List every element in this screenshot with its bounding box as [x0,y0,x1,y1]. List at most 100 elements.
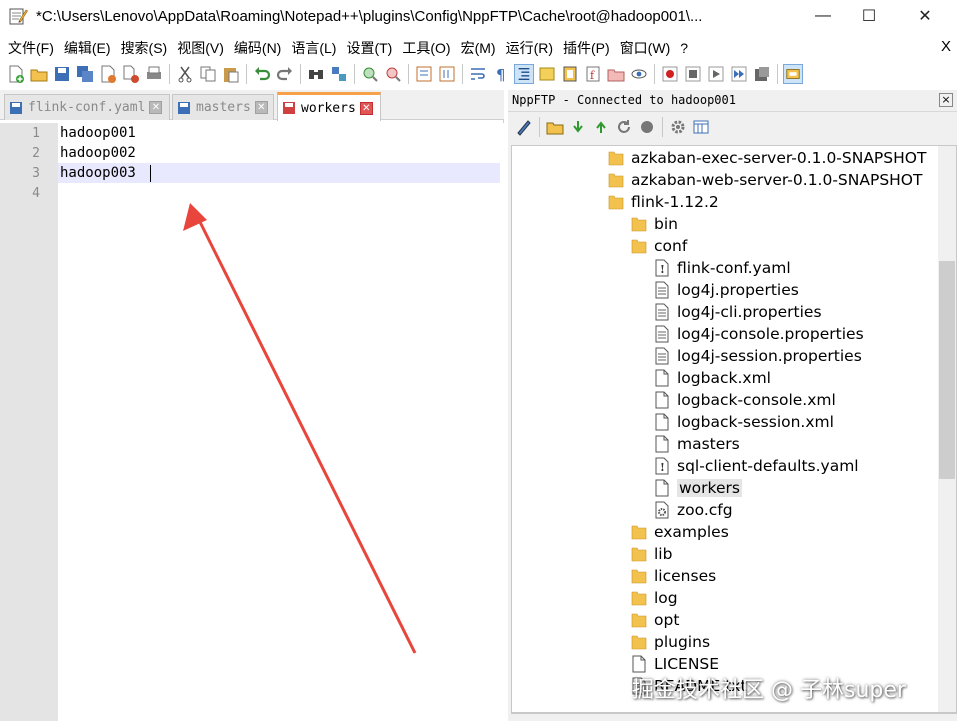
tree-item[interactable]: opt [631,609,679,631]
tree-item[interactable]: logback-session.xml [654,411,834,433]
play-macro-icon[interactable] [706,64,726,84]
cut-icon[interactable] [175,64,195,84]
tree-item[interactable]: zoo.cfg [654,499,733,521]
menu-help[interactable]: ? [676,40,692,56]
record-macro-icon[interactable] [660,64,680,84]
menu-run[interactable]: 运行(R) [502,38,557,58]
close-file-icon[interactable] [98,64,118,84]
print-icon[interactable] [144,64,164,84]
tree-item[interactable]: lib [631,543,672,565]
menu-search[interactable]: 搜索(S) [117,38,172,58]
save-all-icon[interactable] [75,64,95,84]
run-macro-multiple-icon[interactable] [729,64,749,84]
code-editor[interactable]: hadoop001 hadoop002 hadoop003 [58,123,504,721]
tab-workers[interactable]: workers ✕ [277,92,381,121]
tree-item[interactable]: azkaban-web-server-0.1.0-SNAPSHOT [608,169,922,191]
menu-macro[interactable]: 宏(M) [457,38,500,58]
tree-item[interactable]: logback-console.xml [654,389,836,411]
menu-window[interactable]: 窗口(W) [616,38,675,58]
maximize-button[interactable]: ☐ [846,0,892,32]
doc-map-icon[interactable] [560,64,580,84]
zoom-in-icon[interactable] [360,64,380,84]
sync-vertical-icon[interactable] [414,64,434,84]
replace-icon[interactable] [329,64,349,84]
tree-item[interactable]: examples [631,521,729,543]
vertical-scrollbar[interactable] [938,146,956,712]
new-file-icon[interactable] [6,64,26,84]
connect-icon[interactable] [514,117,534,137]
tree-item[interactable]: log4j-cli.properties [654,301,822,323]
menu-encoding[interactable]: 编码(N) [230,38,285,58]
message-window-icon[interactable] [691,117,711,137]
tab-close-icon[interactable]: ✕ [359,101,373,115]
zoom-out-icon[interactable] [383,64,403,84]
tree-item[interactable]: ! flink-conf.yaml [654,257,791,279]
abort-icon[interactable] [637,117,657,137]
menu-language[interactable]: 语言(L) [287,38,340,58]
open-directory-icon[interactable] [545,117,565,137]
close-document-button[interactable]: X [941,38,951,55]
tree-item[interactable]: logback.xml [654,367,771,389]
code-line[interactable]: hadoop001 [60,125,136,141]
sync-horizontal-icon[interactable] [437,64,457,84]
svg-text:!: ! [660,263,665,276]
tree-item[interactable]: masters [654,433,740,455]
tree-item-label: LICENSE [654,655,720,673]
copy-icon[interactable] [198,64,218,84]
find-icon[interactable] [306,64,326,84]
close-all-icon[interactable] [121,64,141,84]
tree-item[interactable]: flink-1.12.2 [608,191,719,213]
nppftp-close-button[interactable]: × [939,93,953,107]
tree-item[interactable]: plugins [631,631,710,653]
save-icon[interactable] [52,64,72,84]
tab-close-icon[interactable]: ✕ [254,101,268,114]
menu-file[interactable]: 文件(F) [4,38,58,58]
tree-item[interactable]: ! sql-client-defaults.yaml [654,455,859,477]
stop-macro-icon[interactable] [683,64,703,84]
scrollbar-thumb[interactable] [939,261,955,479]
menu-view[interactable]: 视图(V) [173,38,228,58]
settings-gear-icon[interactable] [668,117,688,137]
nppftp-status-title: NppFTP - Connected to hadoop001 [512,93,736,107]
language-icon[interactable] [537,64,557,84]
code-line[interactable]: hadoop002 [60,145,136,161]
function-list-icon[interactable]: f [583,64,603,84]
tree-item[interactable]: azkaban-exec-server-0.1.0-SNAPSHOT [608,147,926,169]
tree-item[interactable]: log4j.properties [654,279,799,301]
tree-item[interactable]: bin [631,213,678,235]
upload-icon[interactable] [591,117,611,137]
save-macro-icon[interactable] [752,64,772,84]
indent-guide-icon[interactable] [514,64,534,84]
menu-tools[interactable]: 工具(O) [398,38,454,58]
horizontal-scrollbar[interactable] [511,713,957,721]
redo-icon[interactable] [275,64,295,84]
download-icon[interactable] [568,117,588,137]
show-all-chars-icon[interactable]: ¶ [491,64,511,84]
code-line[interactable]: hadoop003 [60,165,136,181]
menu-edit[interactable]: 编辑(E) [60,38,115,58]
tree-item[interactable]: conf [631,235,687,257]
tree-item[interactable]: licenses [631,565,716,587]
tab-close-icon[interactable]: ✕ [149,101,163,114]
tab-flink-conf-yaml[interactable]: flink-conf.yaml ✕ [4,94,170,120]
nppftp-show-icon[interactable] [783,64,803,84]
folder-workspace-icon[interactable] [606,64,626,84]
tree-item-label: log4j.properties [677,281,799,299]
word-wrap-icon[interactable] [468,64,488,84]
open-file-icon[interactable] [29,64,49,84]
tree-item-label: conf [654,237,688,255]
tree-item[interactable]: log4j-session.properties [654,345,862,367]
monitoring-icon[interactable] [629,64,649,84]
folder-icon [608,195,624,210]
tree-item[interactable]: workers [654,477,742,499]
undo-icon[interactable] [252,64,272,84]
refresh-icon[interactable] [614,117,634,137]
minimize-button[interactable]: — [800,0,846,32]
paste-icon[interactable] [221,64,241,84]
close-window-button[interactable]: ✕ [902,0,948,32]
tree-item[interactable]: log [631,587,678,609]
menu-plugins[interactable]: 插件(P) [559,38,614,58]
tab-masters[interactable]: masters ✕ [172,94,274,120]
tree-item[interactable]: log4j-console.properties [654,323,864,345]
menu-settings[interactable]: 设置(T) [342,38,396,58]
